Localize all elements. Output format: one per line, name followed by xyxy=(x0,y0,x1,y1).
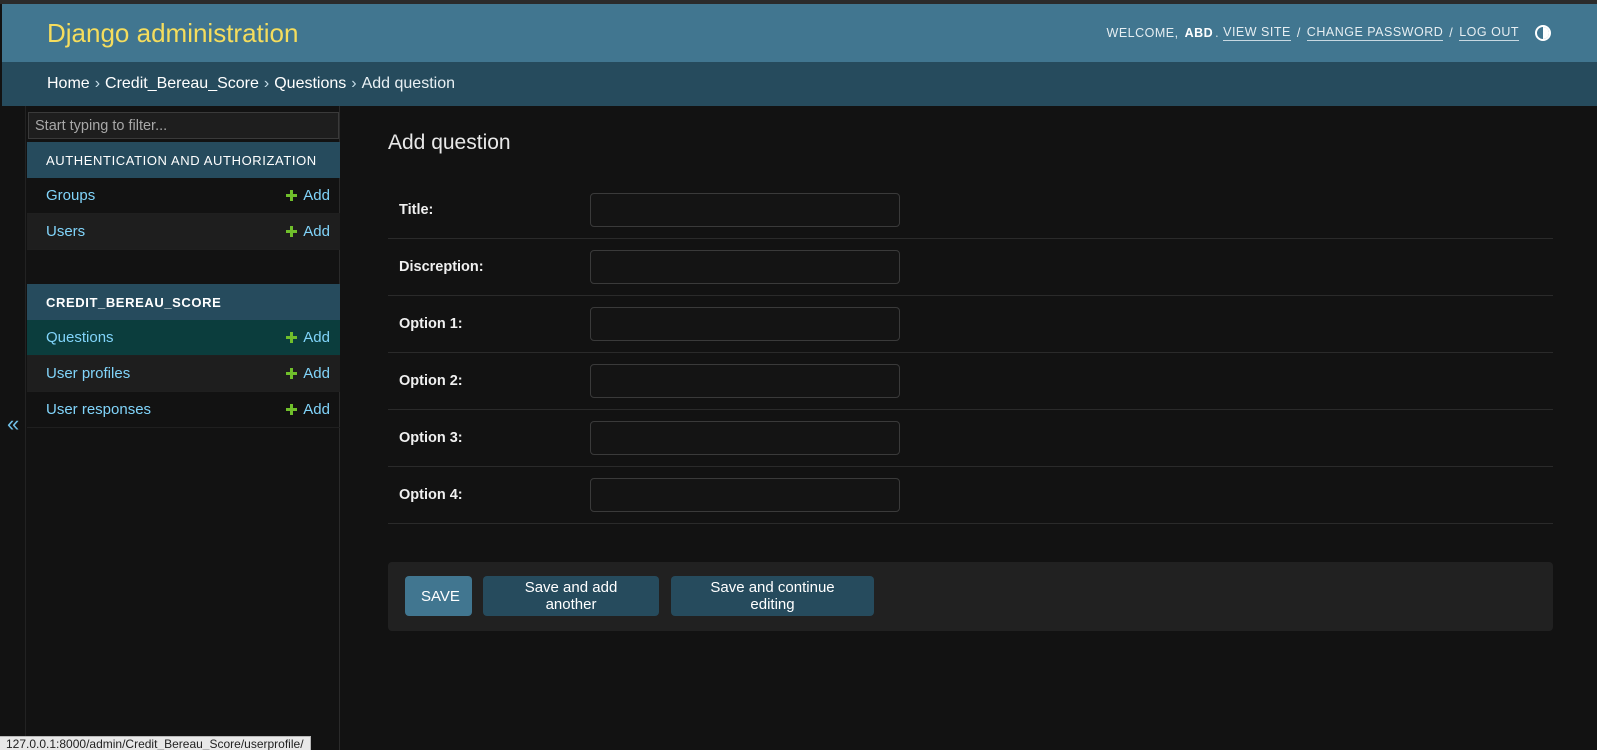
form-row-option-4: Option 4: xyxy=(388,467,1553,524)
submit-row: SAVE Save and add another Save and conti… xyxy=(388,562,1553,631)
sidebar-item-label[interactable]: User profiles xyxy=(46,365,130,382)
log-out-link[interactable]: LOG OUT xyxy=(1459,25,1519,41)
user-tools: WELCOME, ABD. VIEW SITE / CHANGE PASSWOR… xyxy=(1107,25,1551,41)
status-bar-url: 127.0.0.1:8000/admin/Credit_Bereau_Score… xyxy=(0,736,311,750)
breadcrumb-current: Add question xyxy=(361,75,455,92)
sidebar-item-label[interactable]: Users xyxy=(46,223,85,240)
plus-icon xyxy=(286,332,298,343)
save-and-add-another-button[interactable]: Save and add another xyxy=(483,576,659,616)
breadcrumb-home[interactable]: Home xyxy=(47,75,90,93)
option-4-label: Option 4: xyxy=(399,487,463,503)
plus-icon xyxy=(286,368,298,379)
change-password-link[interactable]: CHANGE PASSWORD xyxy=(1306,25,1444,41)
sidebar-item-label[interactable]: Groups xyxy=(46,187,95,204)
title-input[interactable] xyxy=(590,193,900,227)
view-site-link[interactable]: VIEW SITE xyxy=(1223,25,1291,41)
sidebar-item-user-responses: User responses Add xyxy=(27,392,340,428)
breadcrumb-separator: › xyxy=(94,75,101,92)
separator: / xyxy=(1449,26,1454,40)
add-label: Add xyxy=(303,365,330,382)
add-questions-link[interactable]: Add xyxy=(286,329,330,346)
site-name[interactable]: Django administration xyxy=(47,18,298,49)
sidebar-item-label[interactable]: Questions xyxy=(46,329,114,346)
module-caption-auth[interactable]: Authentication and Authorization xyxy=(27,142,340,178)
breadcrumb-separator: › xyxy=(351,75,357,92)
option-1-input[interactable] xyxy=(590,307,900,341)
add-label: Add xyxy=(303,401,330,418)
form-row-option-2: Option 2: xyxy=(388,353,1553,410)
option-1-label: Option 1: xyxy=(399,316,463,332)
add-label: Add xyxy=(303,187,330,204)
add-user-profiles-link[interactable]: Add xyxy=(286,365,330,382)
form-row-discreption: Discreption: xyxy=(388,239,1553,296)
save-button[interactable]: SAVE xyxy=(405,576,472,616)
module-caption-credit[interactable]: Credit_Bereau_Score xyxy=(27,284,340,320)
add-user-responses-link[interactable]: Add xyxy=(286,401,330,418)
plus-icon xyxy=(286,404,298,415)
theme-toggle-icon[interactable] xyxy=(1535,25,1551,41)
separator: / xyxy=(1296,26,1301,40)
breadcrumb-model[interactable]: Questions xyxy=(274,75,346,93)
form-row-option-1: Option 1: xyxy=(388,296,1553,353)
welcome-text: WELCOME, xyxy=(1106,26,1179,40)
sidebar-item-users: Users Add xyxy=(27,214,340,250)
option-3-label: Option 3: xyxy=(399,430,463,446)
add-users-link[interactable]: Add xyxy=(286,223,330,240)
plus-icon xyxy=(286,226,298,237)
sidebar-item-label[interactable]: User responses xyxy=(46,401,151,418)
breadcrumb-app[interactable]: Credit_Bereau_Score xyxy=(105,75,259,93)
sidebar-item-user-profiles: User profiles Add xyxy=(27,356,340,392)
nav-filter-input[interactable] xyxy=(28,112,339,139)
collapse-sidebar-icon[interactable]: « xyxy=(7,413,19,435)
save-and-continue-button[interactable]: Save and continue editing xyxy=(671,576,874,616)
username: ABD xyxy=(1184,26,1214,40)
discreption-label: Discreption: xyxy=(399,259,484,275)
sidebar-item-questions: Questions Add xyxy=(27,320,340,356)
add-label: Add xyxy=(303,223,330,240)
form-row-title: Title: xyxy=(388,182,1553,239)
admin-header: Django administration WELCOME, ABD. VIEW… xyxy=(2,4,1597,62)
breadcrumb-separator: › xyxy=(263,75,270,92)
option-3-input[interactable] xyxy=(590,421,900,455)
breadcrumb: Home › Credit_Bereau_Score › Questions ›… xyxy=(2,62,1597,106)
nav-sidebar: Authentication and Authorization Groups … xyxy=(27,106,340,750)
title-label: Title: xyxy=(399,202,434,218)
discreption-input[interactable] xyxy=(590,250,900,284)
option-4-input[interactable] xyxy=(590,478,900,512)
add-groups-link[interactable]: Add xyxy=(286,187,330,204)
plus-icon xyxy=(286,190,298,201)
option-2-label: Option 2: xyxy=(399,373,463,389)
page-title: Add question xyxy=(388,131,511,154)
sidebar-item-groups: Groups Add xyxy=(27,178,340,214)
form-row-option-3: Option 3: xyxy=(388,410,1553,467)
option-2-input[interactable] xyxy=(590,364,900,398)
add-label: Add xyxy=(303,329,330,346)
